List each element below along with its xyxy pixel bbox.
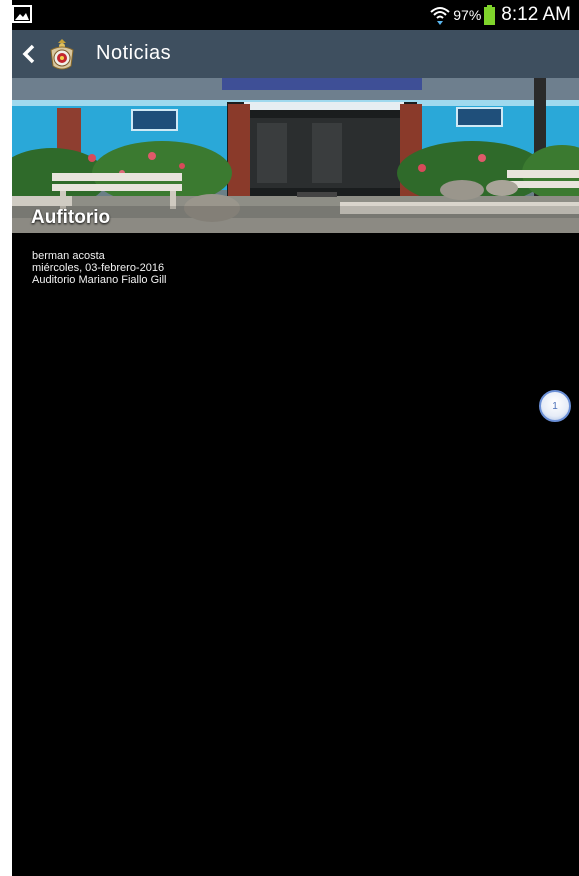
screen-title: Noticias	[96, 42, 172, 64]
gallery-icon	[12, 5, 32, 23]
battery-icon	[484, 5, 496, 25]
article-title: Aufitorio	[31, 207, 111, 228]
page-number: 1	[552, 400, 558, 412]
app-logo-icon[interactable]	[47, 38, 77, 72]
clock: 8:12 AM	[501, 4, 571, 25]
device-screen: 97% 8:12 AM Noticias Aufitorio berman ac…	[12, 0, 579, 876]
article-date: miércoles, 03-febrero-2016	[32, 262, 165, 274]
action-bar: Noticias	[12, 30, 579, 78]
status-indicators: 97% 8:12 AM	[429, 0, 571, 30]
article-meta: berman acosta miércoles, 03-febrero-2016…	[32, 250, 167, 286]
wifi-icon	[430, 7, 450, 25]
status-bar: 97% 8:12 AM	[12, 0, 579, 30]
article-location: Auditorio Mariano Fiallo Gill	[32, 274, 167, 286]
article-author: berman acosta	[32, 250, 105, 262]
battery-percent: 97%	[453, 7, 482, 23]
page-indicator-button[interactable]: 1	[539, 390, 571, 422]
back-arrow-icon[interactable]	[22, 44, 36, 64]
